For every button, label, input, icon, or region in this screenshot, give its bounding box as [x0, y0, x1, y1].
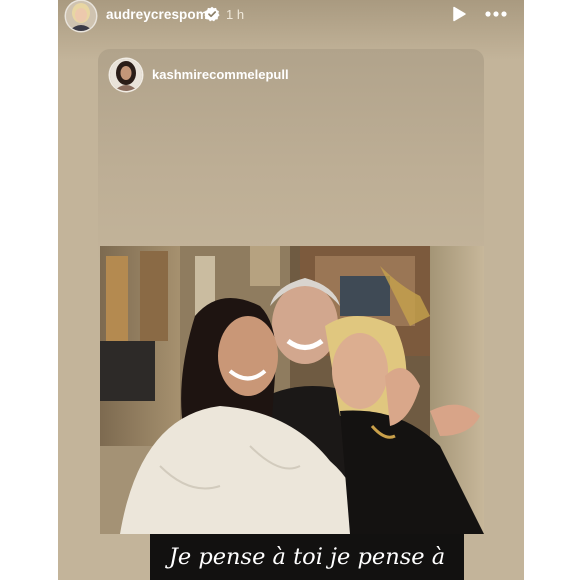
author-avatar[interactable]: [66, 1, 96, 31]
repost-avatar-image: [110, 59, 142, 91]
post-time: 1 h: [226, 7, 245, 22]
story-photo: [100, 246, 484, 534]
play-icon[interactable]: [451, 6, 467, 22]
author-username[interactable]: audreycrespom: [106, 7, 208, 22]
photo-of-three-people-hugging: [100, 246, 484, 534]
repost-author-avatar[interactable]: [110, 59, 142, 91]
story-header: audreycrespom 1 h: [58, 0, 524, 31]
more-options-icon[interactable]: [484, 6, 508, 22]
avatar-image: [66, 1, 96, 31]
repost-author-username[interactable]: kashmirecommelepull: [152, 67, 289, 82]
repost-card[interactable]: [98, 49, 484, 269]
story-caption: Je pense à toi je pense à: [150, 534, 464, 580]
verified-badge-icon: [204, 6, 220, 22]
